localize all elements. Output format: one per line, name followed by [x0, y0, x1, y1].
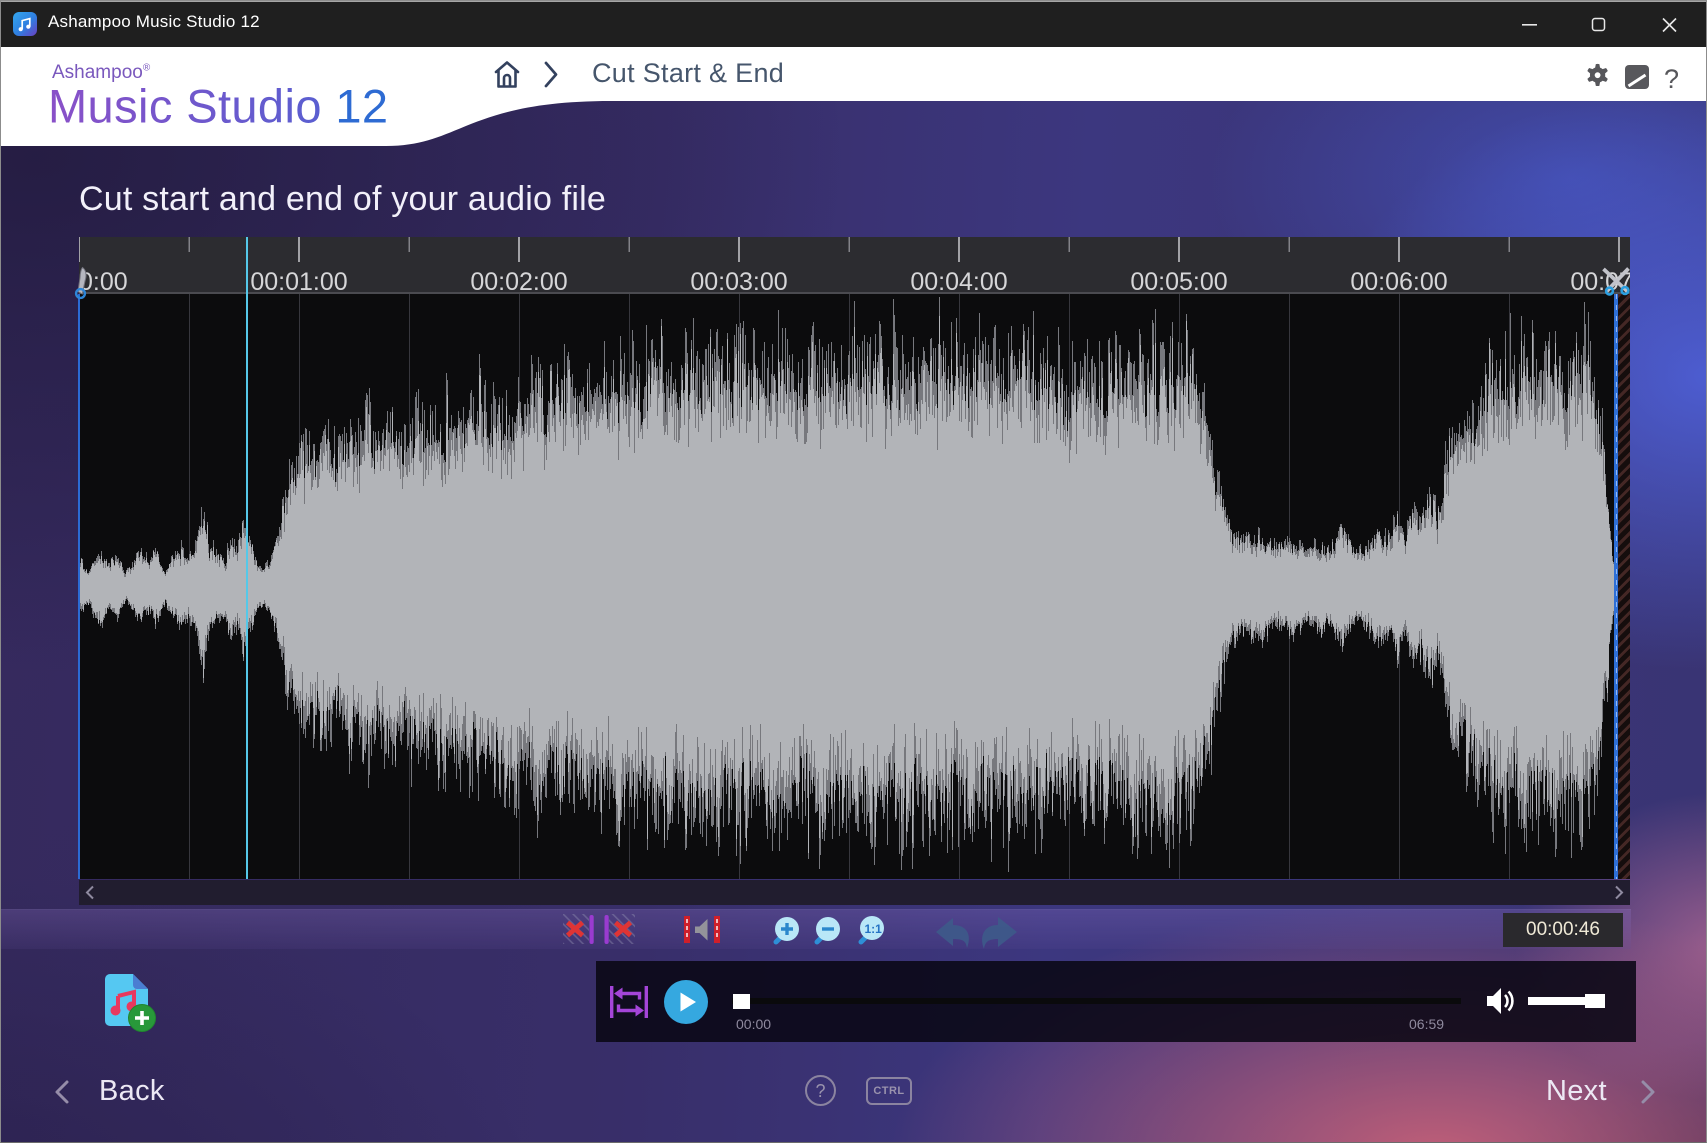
svg-text:?: ?	[1664, 64, 1679, 94]
svg-text:1:1: 1:1	[865, 922, 883, 936]
svg-text:Music Studio 12: Music Studio 12	[48, 80, 388, 133]
